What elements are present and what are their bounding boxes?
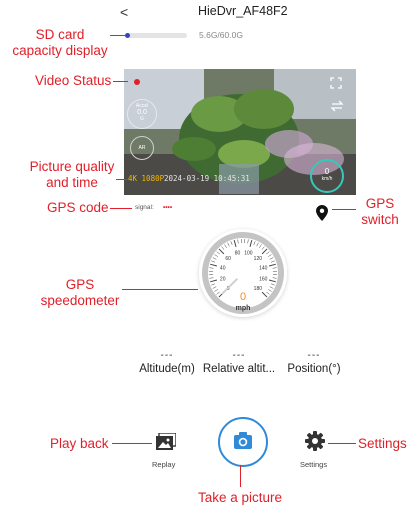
relative-altitude-value: ---: [232, 350, 246, 361]
gauge-tick-label: 20: [220, 276, 226, 282]
page-title: HieDvr_AF48F2: [198, 4, 288, 18]
relative-altitude-info: --- Relative altit...: [199, 350, 279, 375]
video-timestamp: 2024-03-19 10:45:31: [164, 174, 250, 183]
annotation-play-back: Play back: [50, 436, 109, 451]
take-picture-button[interactable]: [218, 417, 268, 467]
gauge-tick-label: 80: [235, 251, 241, 257]
gauge-tick-label: 160: [259, 276, 268, 282]
ar-button[interactable]: AR: [130, 136, 154, 160]
relative-altitude-label: Relative altit...: [202, 363, 276, 375]
altitude-label: Altitude(m): [139, 363, 195, 375]
gps-signal-label: signal:: [135, 204, 154, 211]
switch-camera-icon[interactable]: [330, 99, 344, 113]
recording-status-dot: [134, 79, 140, 85]
video-speed-dial: 0 km/h: [310, 159, 344, 193]
sd-capacity-text: 5.6G/60.0G: [199, 30, 243, 40]
settings-label: Settings: [300, 460, 328, 469]
altitude-value: ---: [160, 350, 174, 361]
accel-value: 0.0: [137, 109, 147, 116]
annotation-line-speedometer: [122, 289, 198, 290]
annotation-line-gps-code: [110, 208, 132, 209]
annotation-line-settings: [328, 443, 356, 444]
annotation-gps-switch: GPS switch: [361, 196, 399, 227]
annotation-line-quality: [116, 179, 128, 180]
gauge-tick-label: 40: [220, 266, 226, 272]
video-speed-unit: km/h: [321, 176, 333, 182]
gauge-tick-label: 100: [244, 251, 253, 257]
gauge-tick-label: 120: [254, 256, 263, 262]
back-button[interactable]: <: [120, 4, 128, 20]
replay-image-icon[interactable]: [156, 433, 176, 450]
annotation-line-video-status: [113, 81, 128, 82]
speedometer-unit: mph: [235, 305, 251, 312]
camera-icon: [234, 432, 252, 449]
altitude-info: --- Altitude(m): [127, 350, 207, 375]
replay-label: Replay: [152, 460, 176, 469]
annotation-line-gps-switch: [332, 209, 356, 210]
gear-icon[interactable]: [305, 431, 325, 451]
sd-capacity-bar: [125, 33, 187, 38]
gauge-tick-label: 140: [259, 266, 268, 272]
position-info: --- Position(°): [274, 350, 354, 375]
annotation-gps-speedometer: GPS speedometer: [40, 277, 120, 308]
accel-gauge: Accel 0.0 G: [127, 99, 157, 129]
annotation-picture-quality: Picture quality and time: [29, 159, 115, 190]
annotation-line-play-back: [112, 443, 152, 444]
annotation-video-status: Video Status: [35, 73, 112, 88]
position-label: Position(°): [287, 363, 341, 375]
picture-quality: 4K 1080P: [128, 174, 165, 183]
position-value: ---: [307, 350, 321, 361]
video-preview[interactable]: Accel 0.0 G AR 0 km/h 4K 1080P 2024-03-1…: [124, 69, 356, 195]
fullscreen-icon[interactable]: [330, 77, 342, 89]
gauge-tick-label: 60: [225, 256, 231, 262]
video-speed-value: 0: [324, 167, 330, 176]
annotation-line-take-picture: [240, 465, 241, 487]
annotation-gps-code: GPS code: [47, 200, 109, 215]
accel-unit: G: [140, 116, 144, 122]
gps-signal-value: ••••: [163, 204, 173, 211]
annotation-sd-card: SD card capacity display: [12, 27, 108, 58]
location-pin-icon[interactable]: [316, 205, 328, 221]
annotation-take-picture: Take a picture: [197, 490, 283, 505]
annotation-line-sd: [110, 35, 126, 36]
speedometer-value: 0: [239, 291, 247, 303]
annotation-settings: Settings: [358, 436, 407, 451]
